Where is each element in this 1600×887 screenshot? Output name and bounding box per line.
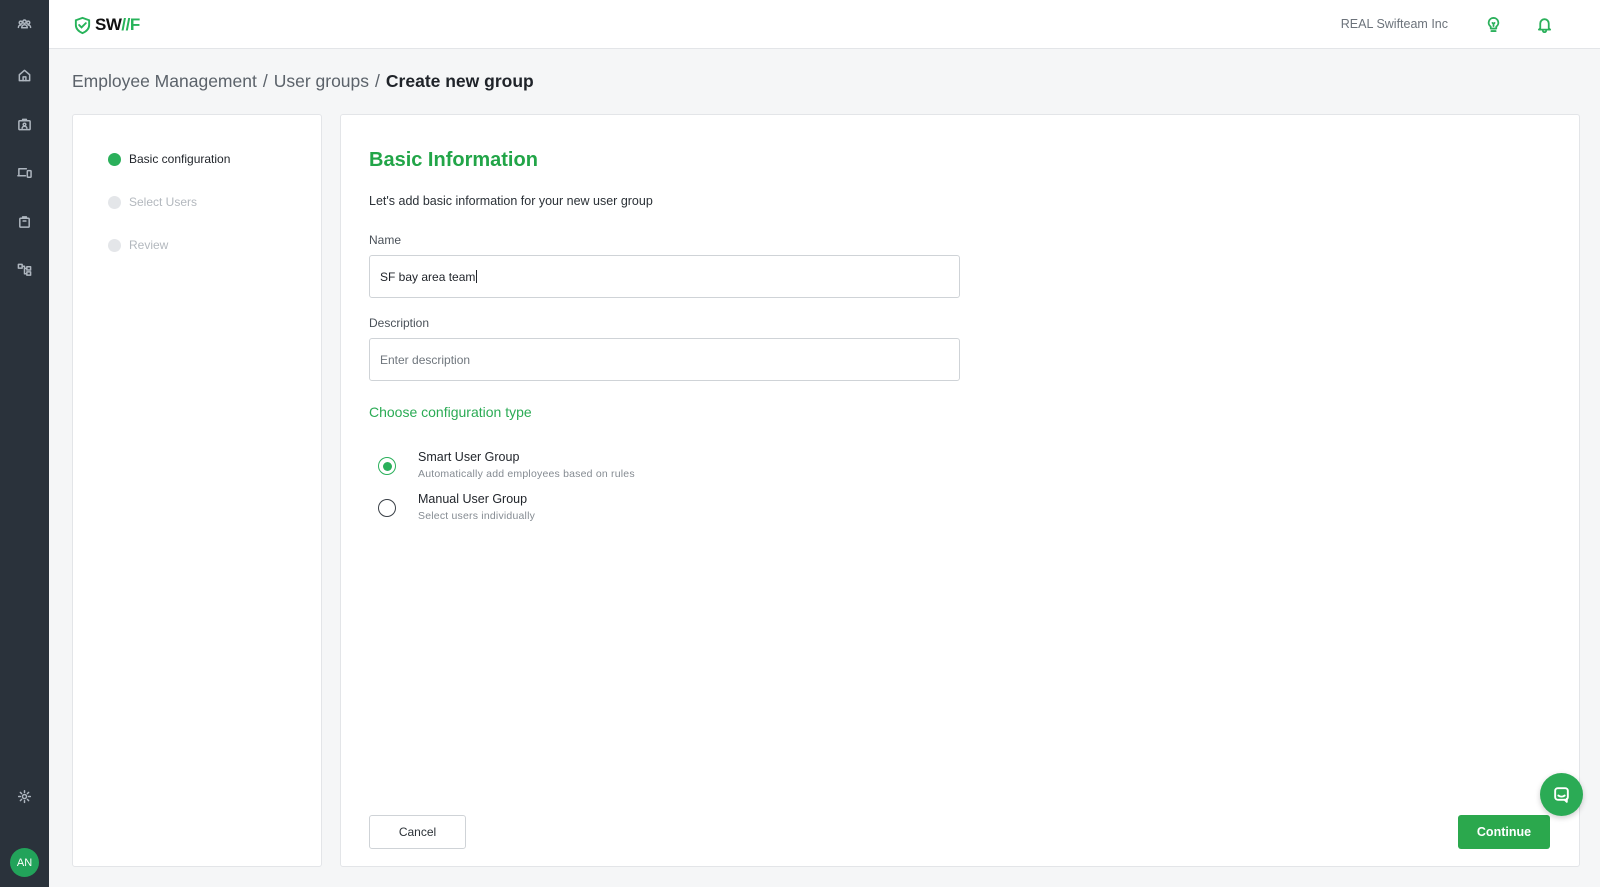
lightbulb-icon[interactable] — [1483, 14, 1503, 34]
step-review[interactable]: Review — [108, 238, 168, 252]
text-cursor — [476, 270, 478, 283]
step-status-dot — [108, 152, 121, 166]
top-bar: SW//F REAL Swifteam Inc — [49, 0, 1600, 49]
option-smart-user-group[interactable]: Smart User Group Automatically add emplo… — [378, 450, 635, 480]
home-icon[interactable] — [12, 63, 37, 88]
name-input[interactable]: SF bay area team — [369, 255, 960, 298]
option-description: Select users individually — [418, 510, 536, 522]
form-card: Basic Information Let's add basic inform… — [340, 114, 1580, 867]
name-label: Name — [369, 233, 402, 247]
description-input[interactable]: Enter description — [369, 338, 960, 381]
app-logo[interactable]: SW//F — [73, 15, 140, 35]
step-status-dot — [108, 195, 121, 209]
chat-support-button[interactable] — [1540, 773, 1583, 816]
option-description: Automatically add employees based on rul… — [418, 468, 635, 480]
continue-button[interactable]: Continue — [1458, 815, 1550, 849]
step-label: Select Users — [129, 195, 198, 209]
step-label: Review — [129, 238, 169, 252]
step-select-users[interactable]: Select Users — [108, 195, 197, 209]
breadcrumb-employee-management[interactable]: Employee Management — [72, 71, 257, 92]
form-title: Basic Information — [369, 149, 538, 171]
option-manual-user-group[interactable]: Manual User Group Select users individua… — [378, 492, 535, 522]
bag-icon[interactable] — [12, 209, 37, 234]
logo-text: SW//F — [95, 15, 140, 34]
breadcrumb-user-groups[interactable]: User groups — [274, 71, 369, 92]
user-avatar[interactable]: AN — [10, 848, 39, 877]
workflow-icon[interactable] — [12, 257, 37, 282]
wizard-stepper: Basic configuration Select Users Review — [72, 114, 322, 867]
description-placeholder: Enter description — [380, 352, 471, 367]
step-status-dot — [108, 238, 121, 252]
settings-icon[interactable] — [12, 784, 37, 809]
step-basic-configuration[interactable]: Basic configuration — [108, 152, 230, 166]
option-title: Smart User Group — [418, 450, 520, 464]
radio-checked-icon[interactable] — [378, 457, 396, 475]
step-label: Basic configuration — [129, 152, 231, 166]
breadcrumb-separator: / — [375, 71, 380, 91]
chat-icon — [1554, 787, 1569, 803]
company-name: REAL Swifteam Inc — [1340, 17, 1448, 31]
team-icon[interactable] — [12, 12, 37, 37]
breadcrumb: Employee Management / User groups / Crea… — [72, 71, 534, 92]
breadcrumb-current-page: Create new group — [385, 71, 534, 91]
left-rail: AN — [0, 0, 49, 887]
config-type-title: Choose configuration type — [369, 404, 532, 420]
option-title: Manual User Group — [418, 492, 528, 506]
shield-logo-icon — [74, 16, 91, 34]
cancel-button[interactable]: Cancel — [369, 815, 466, 849]
form-subtitle: Let's add basic information for your new… — [369, 194, 653, 208]
breadcrumb-separator: / — [262, 71, 268, 91]
name-input-value: SF bay area team — [380, 269, 476, 284]
bell-icon[interactable] — [1534, 14, 1554, 34]
id-badge-icon[interactable] — [12, 112, 37, 137]
devices-icon[interactable] — [12, 160, 37, 185]
radio-unchecked-icon[interactable] — [378, 499, 396, 517]
description-label: Description — [369, 316, 430, 330]
